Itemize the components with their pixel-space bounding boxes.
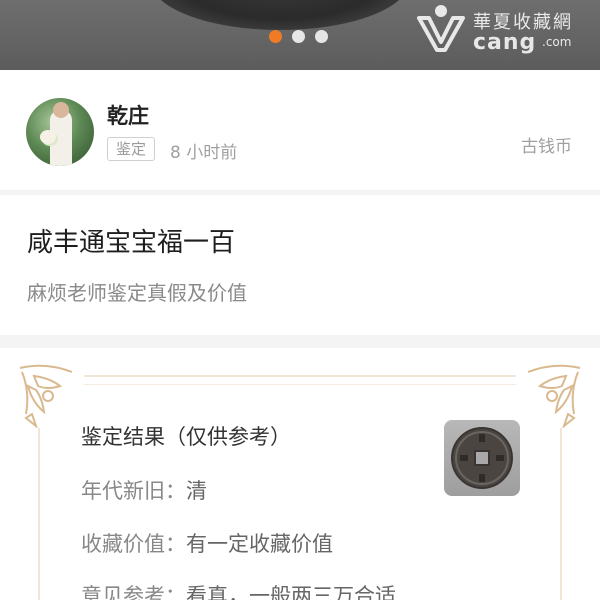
category-label[interactable]: 古钱币	[521, 132, 572, 157]
decorative-border-left	[38, 428, 40, 600]
corner-ornament-icon	[527, 364, 581, 428]
post-description: 麻烦老师鉴定真假及价值	[27, 281, 247, 305]
appraisal-heading: 鉴定结果（仅供参考）	[81, 425, 291, 449]
decorative-border-right	[560, 428, 562, 600]
image-carousel[interactable]: 華夏收藏網 cang .com	[0, 0, 600, 70]
post-time: 8 小时前	[170, 143, 238, 163]
appraisal-era-value: 清	[186, 479, 207, 503]
user-card: 乾庄 鉴定 8 小时前 古钱币	[0, 70, 600, 190]
appraisal-opinion-label: 意见参考：	[81, 584, 186, 600]
carousel-indicator	[269, 30, 328, 43]
carousel-dot-3[interactable]	[315, 30, 328, 43]
avatar[interactable]	[26, 98, 94, 166]
carousel-dot-2[interactable]	[292, 30, 305, 43]
carousel-dot-1[interactable]	[269, 30, 282, 43]
cang-logo-icon	[417, 5, 465, 52]
appraisal-value-row: 收藏价值：有一定收藏价值	[81, 528, 333, 558]
appraisal-result-card: 鉴定结果（仅供参考） 年代新旧：清 收藏价值：有一定收藏价值 意见参考：看真，一…	[0, 348, 600, 600]
appraisal-value-value: 有一定收藏价值	[186, 532, 333, 556]
corner-ornament-icon	[19, 364, 73, 428]
appraisal-era-row: 年代新旧：清	[81, 475, 207, 505]
post-header: 咸丰通宝宝福一百 麻烦老师鉴定真假及价值	[0, 195, 600, 335]
coin-icon	[451, 427, 513, 489]
username[interactable]: 乾庄	[107, 100, 149, 130]
watermark: 華夏收藏網 cang .com	[415, 2, 590, 58]
appraisal-era-label: 年代新旧：	[81, 479, 186, 503]
coin-thumbnail[interactable]	[444, 420, 520, 496]
watermark-domain: .com	[542, 35, 572, 49]
decorative-border-top	[84, 375, 516, 385]
carousel-image	[150, 0, 410, 30]
appraisal-opinion-value: 看真，一般两三万合适	[186, 584, 396, 600]
appraisal-value-label: 收藏价值：	[81, 532, 186, 556]
appraisal-tag: 鉴定	[107, 137, 156, 161]
appraisal-opinion-row: 意见参考：看真，一般两三万合适	[81, 580, 396, 600]
watermark-english: cang	[473, 30, 537, 55]
post-title: 咸丰通宝宝福一百	[27, 228, 236, 258]
